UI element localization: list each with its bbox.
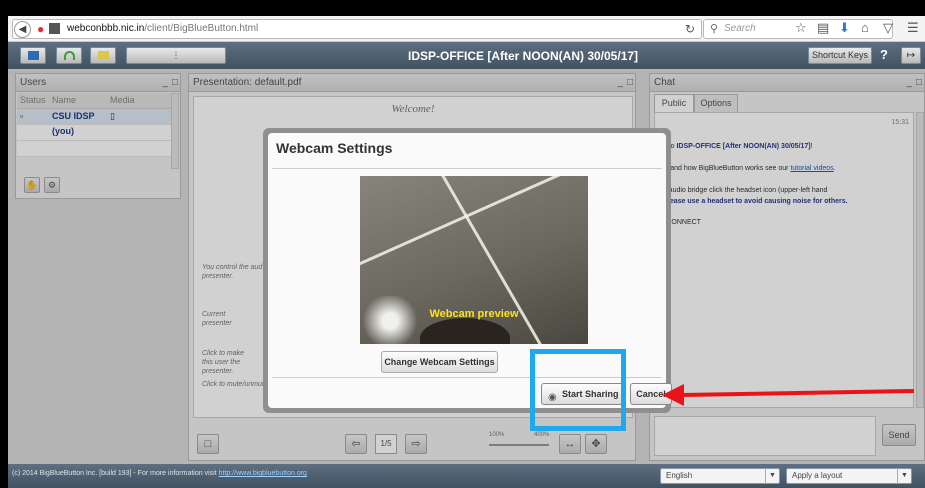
dialog-title: Webcam Settings [276, 140, 393, 156]
change-webcam-settings-button[interactable]: Change Webcam Settings [381, 351, 498, 373]
reload-icon[interactable]: ↻ [685, 22, 695, 36]
menu-icon[interactable]: ☰ [907, 20, 919, 36]
footer-copyright: (c) 2014 BigBlueButton Inc. [build 193] … [12, 470, 307, 477]
logout-button[interactable]: ↦ [901, 47, 921, 64]
camera-permission-icon[interactable] [49, 23, 60, 34]
mic-status-slot[interactable]: ⋮ [126, 47, 226, 64]
language-select[interactable]: English ▼ [660, 468, 780, 484]
browser-toolbar: ◀ ● webconbbb.nic.in/client/BigBlueButto… [8, 16, 925, 42]
microphone-icon[interactable]: ● [37, 22, 44, 36]
monitor-icon [28, 51, 39, 60]
help-icon[interactable]: ? [880, 47, 888, 62]
bookmark-star-icon[interactable]: ☆ [795, 20, 807, 36]
home-icon[interactable]: ⌂ [861, 20, 869, 35]
meeting-title: IDSP-OFFICE [After NOON(AN) 30/05/17] [408, 49, 639, 63]
footer-bar: (c) 2014 BigBlueButton Inc. [build 193] … [8, 464, 925, 488]
shortcut-keys-button[interactable]: Shortcut Keys [808, 47, 872, 64]
pocket-icon[interactable]: ▽ [883, 20, 893, 36]
webcam-icon [98, 51, 109, 60]
bbb-website-link[interactable]: http://www.bigbluebutton.org [219, 470, 307, 477]
search-placeholder: Search [724, 23, 756, 34]
search-icon: ⚲ [710, 23, 719, 35]
download-icon[interactable]: ⬇ [839, 20, 850, 36]
bbb-header: ⋮ IDSP-OFFICE [After NOON(AN) 30/05/17] … [8, 42, 925, 69]
headset-icon [64, 51, 75, 60]
chevron-down-icon: ▼ [897, 468, 911, 484]
back-button[interactable]: ◀ [14, 21, 31, 38]
headset-button[interactable] [56, 47, 82, 64]
webcam-preview: Webcam preview [360, 176, 588, 344]
highlight-box-annotation [530, 349, 626, 431]
chevron-down-icon: ▼ [765, 468, 779, 484]
url-text: webconbbb.nic.in/client/BigBlueButton.ht… [67, 23, 259, 34]
divider [272, 168, 662, 169]
presentation-toggle-button[interactable] [20, 47, 46, 64]
layout-select[interactable]: Apply a layout ▼ [786, 468, 912, 484]
red-arrow-head-icon [662, 384, 684, 406]
reading-list-icon[interactable]: ▤ [817, 20, 829, 36]
url-bar[interactable]: ◀ ● webconbbb.nic.in/client/BigBlueButto… [12, 19, 702, 39]
webcam-button[interactable] [90, 47, 116, 64]
webcam-preview-label: Webcam preview [429, 308, 519, 320]
